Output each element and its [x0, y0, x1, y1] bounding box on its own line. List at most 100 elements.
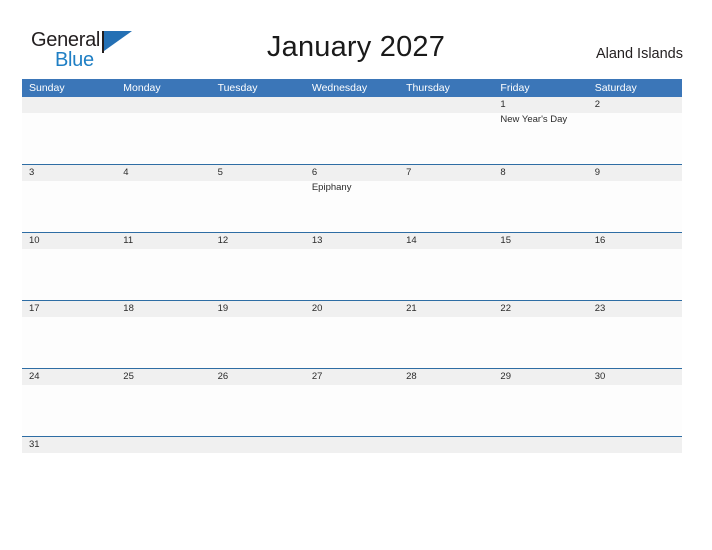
day-number[interactable]: 14: [399, 233, 493, 249]
week-date-band: 31: [22, 437, 682, 453]
day-number[interactable]: 16: [588, 233, 682, 249]
day-event: [588, 317, 682, 368]
day-number[interactable]: 11: [116, 233, 210, 249]
weekday-header-thursday: Thursday: [406, 82, 450, 94]
day-event: [22, 453, 116, 465]
day-event: [116, 453, 210, 465]
day-event: [399, 113, 493, 164]
week-body-band: New Year's Day: [22, 113, 682, 164]
day-event: [493, 317, 587, 368]
day-number[interactable]: 5: [211, 165, 305, 181]
week-date-band: 10 11 12 13 14 15 16: [22, 233, 682, 249]
day-number[interactable]: 26: [211, 369, 305, 385]
day-event: [588, 453, 682, 465]
day-number[interactable]: 20: [305, 301, 399, 317]
day-number[interactable]: 6: [305, 165, 399, 181]
day-number[interactable]: [399, 437, 493, 453]
day-number[interactable]: 15: [493, 233, 587, 249]
week-row: 17 18 19 20 21 22 23: [22, 300, 682, 368]
day-number[interactable]: 3: [22, 165, 116, 181]
week-body-band: [22, 317, 682, 368]
day-number[interactable]: 25: [116, 369, 210, 385]
weekday-header-sunday: Sunday: [29, 82, 65, 94]
day-event: [305, 317, 399, 368]
day-number[interactable]: 21: [399, 301, 493, 317]
day-number[interactable]: 8: [493, 165, 587, 181]
day-number[interactable]: 28: [399, 369, 493, 385]
day-event: [588, 113, 682, 164]
day-number[interactable]: 7: [399, 165, 493, 181]
weekday-header-friday: Friday: [500, 82, 530, 94]
day-event: [493, 181, 587, 232]
day-event: [22, 385, 116, 436]
day-number[interactable]: 31: [22, 437, 116, 453]
day-event: [211, 113, 305, 164]
day-number[interactable]: 9: [588, 165, 682, 181]
day-event: [116, 113, 210, 164]
day-event: [305, 453, 399, 465]
week-date-band: 17 18 19 20 21 22 23: [22, 301, 682, 317]
day-event: [116, 249, 210, 300]
week-row: 3 4 5 6 7 8 9 Epiphany: [22, 164, 682, 232]
day-event: [211, 181, 305, 232]
day-number[interactable]: 19: [211, 301, 305, 317]
day-number[interactable]: [116, 437, 210, 453]
day-number[interactable]: 18: [116, 301, 210, 317]
day-number[interactable]: [116, 97, 210, 113]
day-number[interactable]: 29: [493, 369, 587, 385]
page-header: General Blue January 2027 Aland Islands: [0, 0, 712, 79]
day-number[interactable]: [399, 97, 493, 113]
day-number[interactable]: 10: [22, 233, 116, 249]
day-event: [588, 181, 682, 232]
day-event: [493, 249, 587, 300]
week-body-band: Epiphany: [22, 181, 682, 232]
week-row: 10 11 12 13 14 15 16: [22, 232, 682, 300]
day-event: [211, 385, 305, 436]
day-number[interactable]: 24: [22, 369, 116, 385]
day-event: Epiphany: [311, 182, 352, 193]
day-event: [305, 113, 399, 164]
day-event: [399, 453, 493, 465]
day-event: New Year's Day: [500, 114, 568, 125]
weekday-header-wednesday: Wednesday: [311, 82, 368, 94]
day-number[interactable]: [305, 97, 399, 113]
day-event: [305, 385, 399, 436]
day-number[interactable]: [305, 437, 399, 453]
day-number[interactable]: [493, 437, 587, 453]
week-row: 31: [22, 436, 682, 465]
day-number[interactable]: 27: [305, 369, 399, 385]
day-event: [22, 113, 116, 164]
day-number[interactable]: 22: [493, 301, 587, 317]
day-event: [211, 317, 305, 368]
day-event: [399, 317, 493, 368]
day-event: [22, 317, 116, 368]
day-event: [211, 249, 305, 300]
week-body-band: [22, 385, 682, 436]
week-body-band: [22, 249, 682, 300]
weekday-header-row: Sunday Monday Tuesday Wednesday Thursday…: [22, 79, 682, 97]
day-number[interactable]: 23: [588, 301, 682, 317]
day-event: [211, 453, 305, 465]
locale-label: Aland Islands: [595, 46, 683, 62]
day-event: [493, 453, 587, 465]
weekday-header-tuesday: Tuesday: [217, 82, 258, 94]
day-number[interactable]: 4: [116, 165, 210, 181]
day-event: [22, 249, 116, 300]
week-row: 24 25 26 27 28 29 30: [22, 368, 682, 436]
day-number[interactable]: [211, 437, 305, 453]
week-body-band: [22, 453, 682, 465]
day-number[interactable]: 17: [22, 301, 116, 317]
day-number[interactable]: 1: [493, 97, 587, 113]
day-event: [399, 385, 493, 436]
weekday-header-saturday: Saturday: [594, 82, 637, 94]
day-number[interactable]: 2: [588, 97, 682, 113]
day-number[interactable]: [588, 437, 682, 453]
day-number[interactable]: 12: [211, 233, 305, 249]
day-number[interactable]: 13: [305, 233, 399, 249]
day-number[interactable]: 30: [588, 369, 682, 385]
week-date-band: 24 25 26 27 28 29 30: [22, 369, 682, 385]
week-date-band: 3 4 5 6 7 8 9: [22, 165, 682, 181]
weekday-header-monday: Monday: [123, 82, 161, 94]
day-number[interactable]: [211, 97, 305, 113]
day-number[interactable]: [22, 97, 116, 113]
